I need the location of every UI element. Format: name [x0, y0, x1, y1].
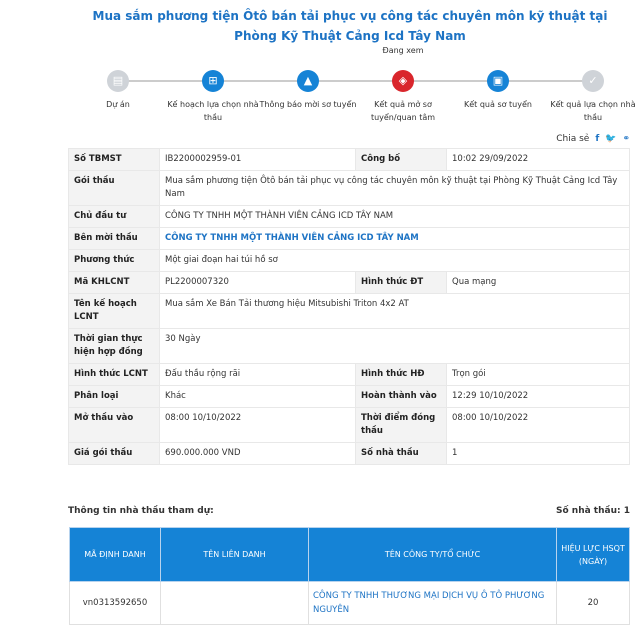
value: 690.000.000 VND	[159, 442, 356, 465]
validity-days: 20	[556, 581, 630, 625]
step-label: Dự án	[106, 100, 130, 109]
value: Đấu thầu rộng rãi	[159, 363, 356, 386]
link-icon[interactable]: ⚭	[622, 134, 630, 144]
value: 08:00 10/10/2022	[159, 407, 356, 443]
value: 30 Ngày	[159, 328, 630, 364]
label: Hình thức LCNT	[68, 363, 160, 386]
step-label: Kết quả mở sơ tuyển/quan tâm	[370, 100, 436, 122]
bell-icon: ▲	[297, 70, 319, 92]
share-bar: Chia sẻ f 🐦 ⚭	[556, 134, 630, 144]
value: CÔNG TY TNHH MỘT THÀNH VIÊN CẢNG ICD TÂY…	[159, 205, 630, 228]
label: Chủ đầu tư	[68, 205, 160, 228]
step-item[interactable]: ✓ Kết quả lựa chọn nhà thầu	[543, 52, 640, 124]
label: Thời điểm đóng thầu	[355, 407, 447, 443]
label: Hình thức HĐ	[355, 363, 447, 386]
label: Hình thức ĐT	[355, 271, 447, 294]
step-item[interactable]: Đang xem ◈ Kết quả mở sơ tuyển/quan tâm	[353, 46, 453, 124]
label: Mở thầu vào	[68, 407, 160, 443]
column-header: MÃ ĐỊNH DANH	[69, 527, 161, 582]
clipboard-icon: ▤	[107, 70, 129, 92]
label: Phân loại	[68, 385, 160, 408]
value: IB2200002959-01	[159, 148, 356, 171]
facebook-icon[interactable]: f	[595, 134, 599, 144]
step-item[interactable]: ⊞ Kế hoạch lựa chọn nhà thầu	[163, 52, 263, 124]
clipboard-check-icon: ▣	[487, 70, 509, 92]
column-header: TÊN LIÊN DANH	[160, 527, 309, 582]
step-item[interactable]: ▲ Thông báo mời sơ tuyển	[258, 52, 358, 111]
column-header: TÊN CÔNG TY/TỔ CHỨC	[308, 527, 557, 582]
value: Qua mạng	[446, 271, 630, 294]
procuring-entity-link[interactable]: CÔNG TY TNHH MỘT THÀNH VIÊN CẢNG ICD TÂY…	[159, 227, 630, 250]
bidder-id: vn0313592650	[69, 581, 161, 625]
step-label: Kết quả lựa chọn nhà thầu	[550, 100, 636, 122]
progress-steps: ▤ Dự án ⊞ Kế hoạch lựa chọn nhà thầu ▲ Thông …	[68, 46, 640, 124]
tender-info-table: Số TBMST IB2200002959-01 Công bố 10:02 29/0…	[68, 148, 630, 465]
value: Trọn gói	[446, 363, 630, 386]
table-row: vn0313592650 CÔNG TY TNHH THƯƠNG MẠI DỊC…	[69, 581, 630, 625]
column-header: HIỆU LỰC HSQT (NGÀY)	[556, 527, 630, 582]
label: Giá gói thầu	[68, 442, 160, 465]
bidders-count: Số nhà thầu: 1	[555, 506, 630, 516]
step-label: Thông báo mời sơ tuyển	[259, 100, 357, 109]
badge-check-icon: ✓	[582, 70, 604, 92]
value: PL2200007320	[159, 271, 356, 294]
label: Số TBMST	[68, 148, 160, 171]
label: Phương thức	[68, 249, 160, 272]
label: Số nhà thầu	[355, 442, 447, 465]
label: Mã KHLCNT	[68, 271, 160, 294]
page-title: Mua sắm phương tiện Ôtô bán tải phục vụ …	[92, 9, 608, 43]
label: Hoàn thành vào	[355, 385, 447, 408]
clipboard-shield-icon: ◈	[392, 70, 414, 92]
label: Bên mời thầu	[68, 227, 160, 250]
step-item[interactable]: ▤ Dự án	[68, 52, 168, 111]
value: Khác	[159, 385, 356, 408]
joint-venture-name	[160, 581, 309, 625]
step-item[interactable]: ▣ Kết quả sơ tuyển	[448, 52, 548, 111]
value: Một giai đoạn hai túi hồ sơ	[159, 249, 630, 272]
bidders-heading: Thông tin nhà thầu tham dự:	[68, 506, 214, 516]
value: 12:29 10/10/2022	[446, 385, 630, 408]
share-label: Chia sẻ	[556, 134, 590, 144]
current-step-label: Đang xem	[382, 46, 424, 55]
bidders-table: MÃ ĐỊNH DANH TÊN LIÊN DANH TÊN CÔNG TY/T…	[69, 527, 630, 625]
label: Tên kế hoạch LCNT	[68, 293, 160, 329]
sitemap-icon: ⊞	[202, 70, 224, 92]
step-label: Kết quả sơ tuyển	[464, 100, 532, 109]
value: 08:00 10/10/2022	[446, 407, 630, 443]
label: Thời gian thực hiện hợp đồng	[68, 328, 160, 364]
step-label: Kế hoạch lựa chọn nhà thầu	[167, 100, 259, 122]
label: Công bố	[355, 148, 447, 171]
label: Gói thầu	[68, 170, 160, 206]
value: 10:02 29/09/2022	[446, 148, 630, 171]
value: Mua sắm phương tiện Ôtô bán tải phục vụ …	[159, 170, 630, 206]
twitter-icon[interactable]: 🐦	[605, 134, 616, 144]
value: Mua sắm Xe Bán Tải thương hiệu Mitsubish…	[159, 293, 630, 329]
value: 1	[446, 442, 630, 465]
company-link[interactable]: CÔNG TY TNHH THƯƠNG MẠI DỊCH VỤ Ô TÔ PHƯ…	[308, 581, 557, 625]
